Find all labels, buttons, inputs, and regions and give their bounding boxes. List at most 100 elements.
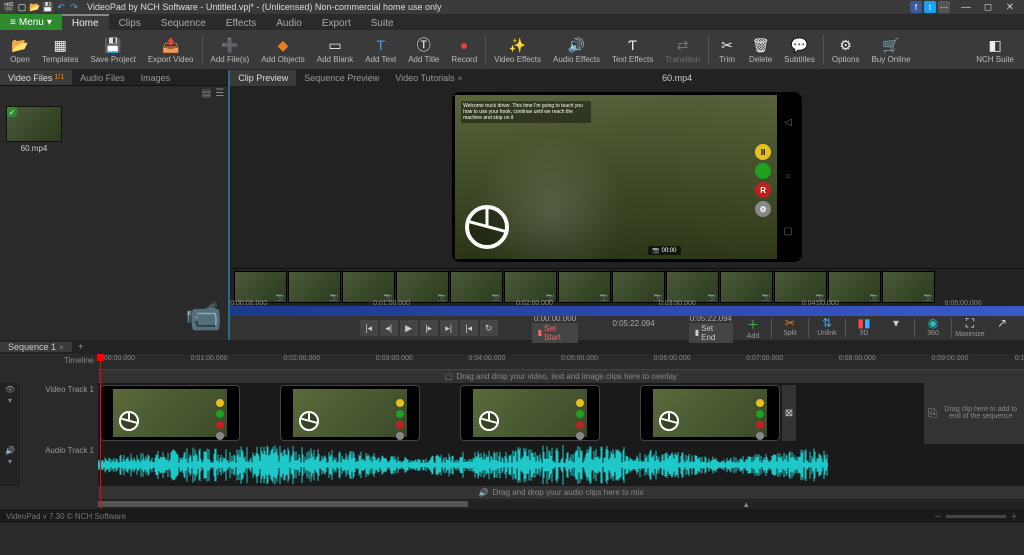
track-visible-icon[interactable]: 👁: [5, 385, 15, 394]
subtitles-button[interactable]: 💬Subtitles: [778, 30, 821, 69]
transition-button[interactable]: ⇄Transition: [659, 30, 706, 69]
maximize-button[interactable]: ◻: [978, 2, 998, 13]
zoom-out-icon[interactable]: －: [934, 511, 942, 522]
export-video-button[interactable]: 📤Export Video: [142, 30, 200, 69]
play-button[interactable]: ▶: [400, 320, 418, 336]
append-drop-zone[interactable]: ⎘Drag clip here to add to end of the seq…: [924, 383, 1024, 443]
minimize-button[interactable]: —: [956, 2, 976, 13]
track-menu-icon[interactable]: ▾: [8, 396, 12, 405]
filmstrip-frame[interactable]: [450, 271, 503, 303]
video-effects-button[interactable]: ✨Video Effects: [488, 30, 547, 69]
redo-icon[interactable]: ↷: [69, 2, 79, 12]
video-track-content[interactable]: ⊠: [98, 383, 924, 443]
overlay-track-hint[interactable]: ▢Drag and drop your video, text and imag…: [98, 370, 1024, 384]
filmstrip-frame[interactable]: [558, 271, 611, 303]
twitter-icon[interactable]: t: [924, 1, 936, 13]
open-button[interactable]: 📂Open: [4, 30, 36, 69]
go-start-button[interactable]: |◂: [360, 320, 378, 336]
tab-home[interactable]: Home: [62, 14, 109, 30]
close-tab-icon[interactable]: ×: [458, 74, 463, 83]
step-fwd-button[interactable]: |▸: [420, 320, 438, 336]
share-icon[interactable]: ⋯: [938, 1, 950, 13]
nch-suite-button[interactable]: ◧NCH Suite: [970, 30, 1020, 69]
add-clip-button[interactable]: ＋Add: [737, 316, 769, 340]
tab-export[interactable]: Export: [312, 14, 361, 30]
filmstrip-frame[interactable]: [504, 271, 557, 303]
dropdown-button[interactable]: ▾: [880, 316, 912, 340]
video-clip[interactable]: [100, 385, 240, 441]
video-clip[interactable]: [460, 385, 600, 441]
filmstrip-frame[interactable]: [288, 271, 341, 303]
timeline-scrollbar[interactable]: ▲: [98, 499, 1024, 509]
close-button[interactable]: ✕: [1000, 2, 1020, 13]
step-back-button[interactable]: ◂|: [380, 320, 398, 336]
scroll-handle[interactable]: [98, 501, 468, 507]
playhead[interactable]: [100, 354, 101, 509]
filmstrip-frame[interactable]: [342, 271, 395, 303]
tab-clips[interactable]: Clips: [109, 14, 151, 30]
filmstrip-frame[interactable]: [612, 271, 665, 303]
bin-tab-images[interactable]: Images: [133, 70, 179, 85]
add-objects-button[interactable]: ◆Add Objects: [255, 30, 311, 69]
trim-button[interactable]: ✂Trim: [711, 30, 743, 69]
new-icon[interactable]: ▢: [17, 2, 27, 12]
prev-marker-button[interactable]: |◂: [460, 320, 478, 336]
add-blank-button[interactable]: ▭Add Blank: [311, 30, 359, 69]
options-button[interactable]: ⚙Options: [826, 30, 866, 69]
filmstrip-frame[interactable]: [882, 271, 935, 303]
track-menu-icon[interactable]: ▾: [8, 457, 12, 466]
filmstrip-frame[interactable]: [828, 271, 881, 303]
filmstrip-frame[interactable]: [720, 271, 773, 303]
bin-content[interactable]: 60.mp4 📹: [0, 100, 228, 340]
bin-clip-thumb[interactable]: 60.mp4: [6, 106, 62, 153]
add-title-button[interactable]: ⓉAdd Title: [402, 30, 445, 69]
unlink-button[interactable]: ⇅Unlink: [811, 316, 843, 340]
templates-button[interactable]: ▦Templates: [36, 30, 84, 69]
save-project-button[interactable]: 💾Save Project: [84, 30, 141, 69]
preview-tab-clip[interactable]: Clip Preview: [230, 70, 296, 86]
bin-options-icon[interactable]: ☰: [215, 88, 224, 99]
audio-effects-button[interactable]: 🔊Audio Effects: [547, 30, 606, 69]
tab-audio[interactable]: Audio: [266, 14, 312, 30]
add-text-button[interactable]: TAdd Text: [359, 30, 402, 69]
360-button[interactable]: ◉360: [917, 316, 949, 340]
audio-waveform[interactable]: [98, 444, 1024, 486]
set-end-button[interactable]: ▮Set End: [689, 323, 733, 343]
zoom-in-icon[interactable]: ＋: [1010, 511, 1018, 522]
preview-tab-sequence[interactable]: Sequence Preview: [296, 70, 387, 86]
zoom-slider[interactable]: [946, 515, 1006, 518]
clip-end-handle[interactable]: ⊠: [782, 385, 796, 441]
undo-icon[interactable]: ↶: [56, 2, 66, 12]
tab-sequence[interactable]: Sequence: [151, 14, 216, 30]
go-end-button[interactable]: ▸|: [440, 320, 458, 336]
text-effects-button[interactable]: ƬText Effects: [606, 30, 659, 69]
buy-online-button[interactable]: 🛒Buy Online: [865, 30, 916, 69]
loop-button[interactable]: ↻: [480, 320, 498, 336]
record-button[interactable]: ●Record: [445, 30, 483, 69]
filmstrip-frame[interactable]: [774, 271, 827, 303]
save-icon[interactable]: 💾: [43, 2, 53, 12]
video-clip[interactable]: [640, 385, 780, 441]
filmstrip-timebar[interactable]: 0:00:00.000 0:01:00.000 0:02:00.000 0:03…: [230, 306, 1024, 316]
menu-button[interactable]: ≡ Menu ▾: [0, 14, 62, 30]
split-button[interactable]: ✂Split: [774, 316, 806, 340]
tab-suite[interactable]: Suite: [361, 14, 404, 30]
tab-effects[interactable]: Effects: [216, 14, 266, 30]
sequence-tab[interactable]: Sequence 1×: [0, 342, 72, 352]
close-sequence-icon[interactable]: ×: [59, 343, 64, 352]
popout-button[interactable]: ↗: [986, 316, 1018, 340]
filmstrip-frame[interactable]: [396, 271, 449, 303]
filmstrip-frame[interactable]: [666, 271, 719, 303]
open-icon[interactable]: 📂: [30, 2, 40, 12]
add-sequence-button[interactable]: +: [72, 342, 90, 353]
set-start-button[interactable]: ▮Set Start: [532, 323, 579, 343]
bin-tab-video[interactable]: Video Files1/1: [0, 70, 72, 85]
preview-tab-tutorials[interactable]: Video Tutorials ×: [387, 70, 470, 86]
timeline-ruler[interactable]: 0:00:00.000 0:01:00.000 0:02:00.000 0:03…: [98, 354, 1024, 370]
maximize-preview-button[interactable]: ⛶Maximize: [954, 316, 986, 340]
audio-mix-hint[interactable]: 🔊Drag and drop your audio clips here to …: [98, 486, 1024, 500]
track-mute-icon[interactable]: 🔊: [5, 446, 15, 455]
add-files-button[interactable]: ➕Add File(s): [205, 30, 256, 69]
filmstrip-frame[interactable]: [234, 271, 287, 303]
delete-button[interactable]: 🗑Delete: [743, 30, 778, 69]
